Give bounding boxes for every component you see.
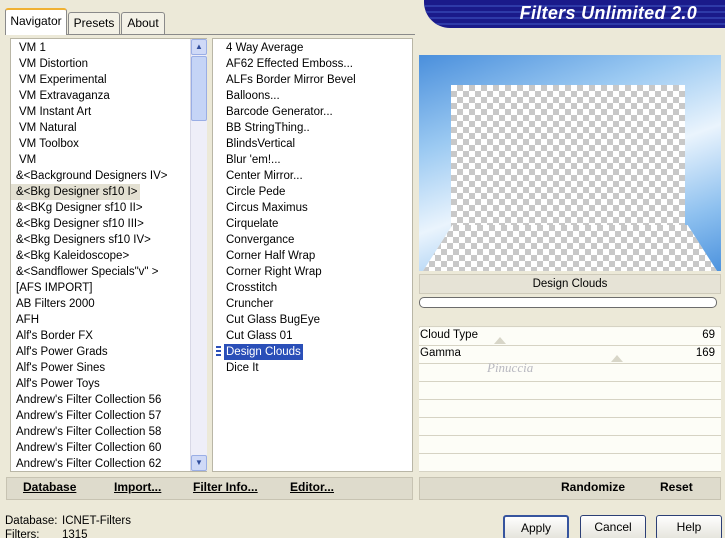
randomize-button[interactable]: Randomize xyxy=(561,480,625,494)
progress-bar xyxy=(419,297,717,308)
filter-item[interactable]: Convergance xyxy=(224,232,296,248)
filter-item[interactable]: Center Mirror... xyxy=(224,168,305,184)
filter-item[interactable]: Blur 'em!... xyxy=(224,152,283,168)
filter-item[interactable]: Circle Pede xyxy=(224,184,287,200)
category-item[interactable]: &<BKg Designer sf10 II> xyxy=(11,200,146,216)
scroll-thumb[interactable] xyxy=(191,56,207,121)
category-item[interactable]: VM Instant Art xyxy=(11,104,94,120)
category-item[interactable]: Alf's Power Toys xyxy=(11,376,103,392)
category-item[interactable]: VM Natural xyxy=(11,120,80,136)
filters-count-label: Filters: xyxy=(5,529,40,538)
help-button[interactable]: Help xyxy=(656,515,722,538)
filter-info-button[interactable]: Filter Info... xyxy=(193,480,258,494)
filter-item[interactable]: Corner Right Wrap xyxy=(224,264,324,280)
reset-button[interactable]: Reset xyxy=(660,480,693,494)
category-item[interactable]: Alf's Power Sines xyxy=(11,360,108,376)
category-item[interactable]: Andrew's Filter Collection 57 xyxy=(11,408,164,424)
category-item[interactable]: Andrew's Filter Collection 56 xyxy=(11,392,164,408)
param-row-empty xyxy=(419,400,721,418)
filter-item[interactable]: Design Clouds xyxy=(224,344,303,360)
category-item[interactable]: Andrew's Filter Collection 60 xyxy=(11,440,164,456)
param-value: 69 xyxy=(702,329,715,341)
category-item[interactable]: &<Sandflower Specials"v" > xyxy=(11,264,161,280)
app-title: Filters Unlimited 2.0 xyxy=(519,3,697,23)
filter-item[interactable]: Barcode Generator... xyxy=(224,104,335,120)
filter-item[interactable]: Cut Glass 01 xyxy=(224,328,294,344)
param-row-empty xyxy=(419,418,721,436)
category-item[interactable]: AB Filters 2000 xyxy=(11,296,98,312)
slider-marker[interactable] xyxy=(494,337,506,344)
category-item[interactable]: VM 1 xyxy=(11,40,49,56)
category-item[interactable]: &<Bkg Designer sf10 III> xyxy=(11,216,147,232)
param-row-empty xyxy=(419,436,721,454)
filter-item[interactable]: 4 Way Average xyxy=(224,40,305,56)
filter-item[interactable]: Cut Glass BugEye xyxy=(224,312,322,328)
filter-item[interactable]: BB StringThing.. xyxy=(224,120,312,136)
category-item[interactable]: AFH xyxy=(11,312,42,328)
category-item[interactable]: VM Experimental xyxy=(11,72,110,88)
cancel-button[interactable]: Cancel xyxy=(580,515,646,538)
title-banner: Filters Unlimited 2.0 xyxy=(424,0,725,28)
database-label: Database: xyxy=(5,515,58,527)
filter-item[interactable]: Cruncher xyxy=(224,296,275,312)
editor-button[interactable]: Editor... xyxy=(290,480,334,494)
category-item[interactable]: &<Bkg Designer sf10 I> xyxy=(11,184,141,200)
preview-image xyxy=(419,55,721,271)
category-item[interactable]: Andrew's Filter Collection 62 xyxy=(11,456,164,472)
tab-navigator[interactable]: Navigator xyxy=(5,8,67,35)
database-value: ICNET-Filters xyxy=(62,515,131,527)
category-item[interactable]: [AFS IMPORT] xyxy=(11,280,95,296)
filter-item[interactable]: Crosstitch xyxy=(224,280,279,296)
filter-name-bar: Design Clouds xyxy=(419,274,721,294)
filter-item[interactable]: Dice It xyxy=(224,360,261,376)
filter-item[interactable]: ALFs Border Mirror Bevel xyxy=(224,72,358,88)
category-item[interactable]: VM Toolbox xyxy=(11,136,82,152)
slider-marker[interactable] xyxy=(611,355,623,362)
filter-item[interactable]: Cirquelate xyxy=(224,216,280,232)
param-row-gamma[interactable]: Gamma 169 xyxy=(419,346,721,364)
filter-item[interactable]: AF62 Effected Emboss... xyxy=(224,56,355,72)
param-value: 169 xyxy=(695,347,715,359)
category-item[interactable]: &<Bkg Kaleidoscope> xyxy=(11,248,132,264)
param-row-cloud-type[interactable]: Cloud Type 69 xyxy=(419,328,721,346)
scroll-down-icon[interactable]: ▼ xyxy=(191,455,207,471)
filter-item[interactable]: Corner Half Wrap xyxy=(224,248,317,264)
scroll-up-icon[interactable]: ▲ xyxy=(191,39,207,55)
param-row-empty xyxy=(419,382,721,400)
import-button[interactable]: Import... xyxy=(114,480,161,494)
category-item[interactable]: Alf's Border FX xyxy=(11,328,96,344)
apply-button[interactable]: Apply xyxy=(503,515,569,538)
param-row-empty xyxy=(419,364,721,382)
param-row-empty xyxy=(419,454,721,472)
category-item[interactable]: Andrew's Filter Collection 58 xyxy=(11,424,164,440)
filter-item[interactable]: BlindsVertical xyxy=(224,136,297,152)
filter-list[interactable]: 4 Way Average AF62 Effected Emboss... ALFs… xyxy=(212,38,413,472)
filter-item[interactable]: Circus Maximus xyxy=(224,200,310,216)
param-label: Gamma xyxy=(420,347,461,359)
database-button[interactable]: Database xyxy=(23,480,76,494)
category-item[interactable]: VM xyxy=(11,152,39,168)
tab-about[interactable]: About xyxy=(121,12,165,34)
filter-item[interactable]: Balloons... xyxy=(224,88,282,104)
category-item[interactable]: VM Extravaganza xyxy=(11,88,113,104)
category-item[interactable]: &<Background Designers IV> xyxy=(11,168,171,184)
filters-count-value: 1315 xyxy=(62,529,88,538)
drag-handle-icon xyxy=(216,346,221,358)
category-list[interactable]: VM 1 VM Distortion VM Experimental VM Extra… xyxy=(10,38,207,472)
category-scrollbar[interactable]: ▲ ▼ xyxy=(190,39,207,471)
tab-presets[interactable]: Presets xyxy=(68,12,120,34)
param-label: Cloud Type xyxy=(420,329,478,341)
category-item[interactable]: Alf's Power Grads xyxy=(11,344,111,360)
category-item[interactable]: &<Bkg Designers sf10 IV> xyxy=(11,232,154,248)
category-item[interactable]: VM Distortion xyxy=(11,56,91,72)
watermark: Pinuccia xyxy=(487,360,534,375)
